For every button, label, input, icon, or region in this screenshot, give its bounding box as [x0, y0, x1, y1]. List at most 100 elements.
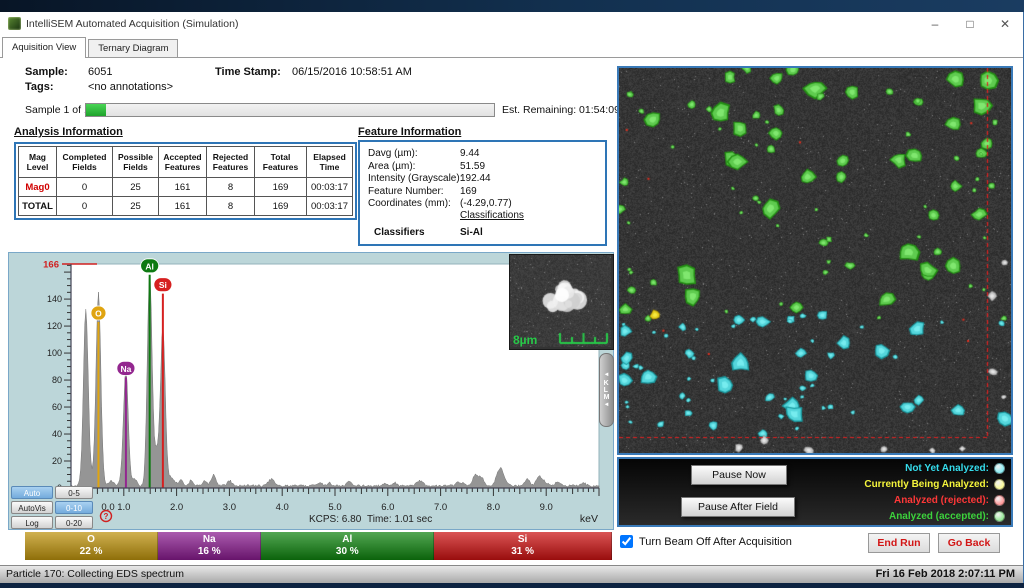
status-message: Particle 170: Collecting EDS spectrum [6, 568, 184, 580]
composition-percent: 31 % [511, 546, 534, 558]
svg-text:9.0: 9.0 [540, 502, 553, 513]
legend-dot-icon [994, 463, 1005, 474]
feature-info-box: Classifications Classifiers Si-Al Davg (… [358, 140, 607, 246]
progress-label: Sample 1 of 1 [25, 104, 90, 116]
analysis-col-header: Mag Level [19, 147, 57, 178]
analysis-cell: 0 [57, 197, 113, 216]
analysis-cell: 25 [113, 197, 159, 216]
scale-button-auto[interactable]: Auto [11, 486, 53, 499]
analysis-cell: 161 [159, 197, 207, 216]
feature-field-value: 51.59 [460, 161, 485, 172]
svg-text:8.0: 8.0 [487, 502, 500, 513]
composition-element: Na [203, 534, 216, 546]
svg-text:3.0: 3.0 [223, 502, 236, 513]
pause-after-field-button[interactable]: Pause After Field [681, 497, 795, 517]
composition-element: Al [342, 534, 352, 546]
classifiers-value: Si-Al [460, 227, 483, 238]
feature-field-value: 9.44 [460, 148, 479, 159]
progress-fill [86, 104, 106, 116]
tab-aquisition-view[interactable]: Aquisition View [2, 37, 86, 58]
pause-now-button[interactable]: Pause Now [691, 465, 787, 485]
analysis-col-header: Total Features [255, 147, 307, 178]
status-datetime: Fri 16 Feb 2018 2:07:11 PM [876, 568, 1015, 580]
svg-text:KCPS: 6.80: KCPS: 6.80 [309, 514, 362, 525]
svg-text:4.0: 4.0 [276, 502, 289, 513]
svg-text:O: O [95, 309, 102, 319]
range-button-0-20[interactable]: 0-20 [55, 516, 93, 529]
composition-percent: 16 % [198, 546, 221, 558]
tags-label: Tags: [25, 81, 54, 93]
feature-field-value: (-4.29,0.77) [460, 198, 512, 209]
app-root: IntelliSEM Automated Acquisition (Simula… [0, 0, 1024, 588]
analysis-col-header: Accepted Features [159, 147, 207, 178]
feature-field-value: 169 [460, 186, 477, 197]
analysis-cell: TOTAL [19, 197, 57, 216]
analysis-cell: 161 [159, 178, 207, 197]
klm-down-arrow-icon[interactable]: ◄ [604, 402, 610, 409]
svg-text:80: 80 [52, 375, 62, 385]
svg-text:20: 20 [52, 456, 62, 466]
svg-text:120: 120 [47, 321, 62, 331]
go-back-button[interactable]: Go Back [938, 533, 1000, 553]
spectrum-panel: 0204060801001201401660.01.02.03.04.05.06… [8, 252, 614, 530]
svg-text:Time: 1.01 sec: Time: 1.01 sec [367, 514, 432, 525]
feature-field-label: Davg (µm): [368, 148, 418, 159]
legend-label: Currently Being Analyzed: [864, 479, 989, 490]
svg-text:1.0: 1.0 [117, 502, 130, 513]
particle-thumbnail: 8µm [509, 254, 614, 350]
analysis-cell: 00:03:17 [307, 197, 353, 216]
klm-label: KLM [604, 380, 610, 401]
beam-off-label: Turn Beam Off After Acquisition [639, 536, 792, 548]
klm-up-arrow-icon[interactable]: ◄ [604, 372, 610, 379]
svg-text:keV: keV [580, 513, 598, 525]
sample-label: Sample: [25, 66, 68, 78]
legend-label: Analyzed (accepted): [889, 511, 989, 522]
range-button-0-10[interactable]: 0-10 [55, 501, 93, 514]
end-run-button[interactable]: End Run [868, 533, 930, 553]
scale-button-log[interactable]: Log [11, 516, 53, 529]
window-title: IntelliSEM Automated Acquisition (Simula… [26, 18, 238, 30]
titlebar: IntelliSEM Automated Acquisition (Simula… [0, 12, 1023, 36]
status-bar: Particle 170: Collecting EDS spectrum Fr… [0, 565, 1023, 583]
close-button[interactable]: ✕ [990, 14, 1020, 34]
tab-bar: Aquisition ViewTernary Diagram [0, 36, 1023, 58]
legend-dot-icon [994, 511, 1005, 522]
tab-ternary-diagram[interactable]: Ternary Diagram [88, 39, 178, 57]
composition-bar-si: Si31 % [434, 532, 612, 560]
svg-text:Si: Si [159, 280, 167, 290]
legend-row: Currently Being Analyzed: [864, 476, 1005, 492]
svg-text:6.0: 6.0 [381, 502, 394, 513]
legend-dot-icon [994, 495, 1005, 506]
analysis-col-header: Rejected Features [207, 147, 255, 178]
sem-field-image[interactable] [617, 66, 1013, 455]
composition-bar-o: O22 % [25, 532, 158, 560]
table-row: Mag0025161816900:03:17 [19, 178, 353, 197]
desktop-strip-top [0, 0, 1024, 12]
feature-field-value: 192.44 [460, 173, 491, 184]
range-button-0-5[interactable]: 0-5 [55, 486, 93, 499]
legend-row: Analyzed (accepted): [889, 508, 1005, 524]
legend-row: Not Yet Analyzed: [905, 460, 1005, 476]
beam-off-checkbox[interactable] [620, 535, 633, 548]
scalebar-label: 8µm [513, 333, 537, 347]
classifiers-label: Classifiers [374, 227, 425, 238]
svg-text:Al: Al [145, 261, 154, 271]
analysis-cell: 25 [113, 178, 159, 197]
minimize-button[interactable]: – [920, 14, 950, 34]
analysis-col-header: Possible Fields [113, 147, 159, 178]
composition-bars: O22 % Na16 % Al30 % Si31 % [8, 532, 612, 560]
app-icon [8, 17, 21, 30]
analysis-cell: Mag0 [19, 178, 57, 197]
table-row: TOTAL025161816900:03:17 [19, 197, 353, 216]
composition-percent: 30 % [336, 546, 359, 558]
timestamp-label: Time Stamp: [215, 66, 281, 78]
analysis-cell: 8 [207, 178, 255, 197]
klm-markers-control[interactable]: ◄ KLM ◄ [599, 353, 614, 427]
classifications-link[interactable]: Classifications [460, 210, 524, 221]
analysis-col-header: Elapsed Time [307, 147, 353, 178]
legend-label: Not Yet Analyzed: [905, 463, 989, 474]
maximize-button[interactable]: □ [955, 14, 985, 34]
scale-button-autovis[interactable]: AutoVis [11, 501, 53, 514]
timestamp-value: 06/15/2016 10:58:51 AM [292, 66, 412, 78]
feature-field-label: Feature Number: [368, 186, 444, 197]
